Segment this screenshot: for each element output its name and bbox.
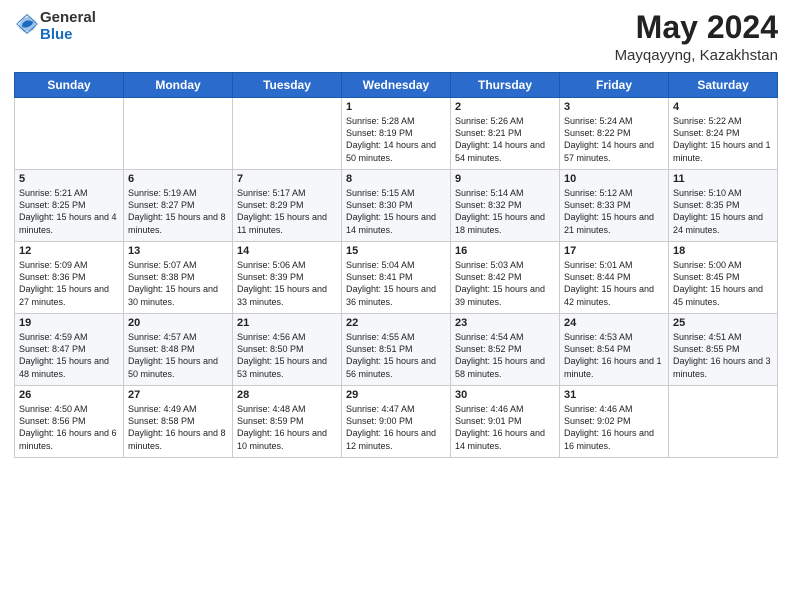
table-row xyxy=(669,386,778,458)
calendar-week-row: 5 Sunrise: 5:21 AMSunset: 8:25 PMDayligh… xyxy=(15,170,778,242)
table-row: 29 Sunrise: 4:47 AMSunset: 9:00 PMDaylig… xyxy=(342,386,451,458)
calendar-location: Mayqayyng, Kazakhstan xyxy=(615,47,778,64)
table-row: 13 Sunrise: 5:07 AMSunset: 8:38 PMDaylig… xyxy=(124,242,233,314)
col-tuesday: Tuesday xyxy=(233,73,342,98)
table-row: 20 Sunrise: 4:57 AMSunset: 8:48 PMDaylig… xyxy=(124,314,233,386)
table-row: 6 Sunrise: 5:19 AMSunset: 8:27 PMDayligh… xyxy=(124,170,233,242)
table-row: 16 Sunrise: 5:03 AMSunset: 8:42 PMDaylig… xyxy=(451,242,560,314)
header: General Blue May 2024 Mayqayyng, Kazakhs… xyxy=(14,10,778,64)
col-sunday: Sunday xyxy=(15,73,124,98)
title-block: May 2024 Mayqayyng, Kazakhstan xyxy=(615,10,778,64)
table-row: 22 Sunrise: 4:55 AMSunset: 8:51 PMDaylig… xyxy=(342,314,451,386)
table-row xyxy=(124,98,233,170)
calendar-table: Sunday Monday Tuesday Wednesday Thursday… xyxy=(14,72,778,458)
table-row: 3 Sunrise: 5:24 AMSunset: 8:22 PMDayligh… xyxy=(560,98,669,170)
table-row: 24 Sunrise: 4:53 AMSunset: 8:54 PMDaylig… xyxy=(560,314,669,386)
table-row: 30 Sunrise: 4:46 AMSunset: 9:01 PMDaylig… xyxy=(451,386,560,458)
calendar-week-row: 19 Sunrise: 4:59 AMSunset: 8:47 PMDaylig… xyxy=(15,314,778,386)
table-row: 4 Sunrise: 5:22 AMSunset: 8:24 PMDayligh… xyxy=(669,98,778,170)
col-friday: Friday xyxy=(560,73,669,98)
table-row: 2 Sunrise: 5:26 AMSunset: 8:21 PMDayligh… xyxy=(451,98,560,170)
calendar-week-row: 1 Sunrise: 5:28 AMSunset: 8:19 PMDayligh… xyxy=(15,98,778,170)
table-row: 26 Sunrise: 4:50 AMSunset: 8:56 PMDaylig… xyxy=(15,386,124,458)
table-row: 18 Sunrise: 5:00 AMSunset: 8:45 PMDaylig… xyxy=(669,242,778,314)
table-row: 23 Sunrise: 4:54 AMSunset: 8:52 PMDaylig… xyxy=(451,314,560,386)
col-wednesday: Wednesday xyxy=(342,73,451,98)
calendar-header-row: Sunday Monday Tuesday Wednesday Thursday… xyxy=(15,73,778,98)
logo: General Blue xyxy=(14,10,96,43)
col-thursday: Thursday xyxy=(451,73,560,98)
table-row: 31 Sunrise: 4:46 AMSunset: 9:02 PMDaylig… xyxy=(560,386,669,458)
page: General Blue May 2024 Mayqayyng, Kazakhs… xyxy=(0,0,792,612)
logo-blue-text: Blue xyxy=(40,26,73,43)
col-monday: Monday xyxy=(124,73,233,98)
logo-general-text: General xyxy=(40,9,96,26)
table-row: 10 Sunrise: 5:12 AMSunset: 8:33 PMDaylig… xyxy=(560,170,669,242)
col-saturday: Saturday xyxy=(669,73,778,98)
table-row: 7 Sunrise: 5:17 AMSunset: 8:29 PMDayligh… xyxy=(233,170,342,242)
table-row: 14 Sunrise: 5:06 AMSunset: 8:39 PMDaylig… xyxy=(233,242,342,314)
calendar-title: May 2024 xyxy=(615,10,778,45)
table-row: 12 Sunrise: 5:09 AMSunset: 8:36 PMDaylig… xyxy=(15,242,124,314)
table-row: 27 Sunrise: 4:49 AMSunset: 8:58 PMDaylig… xyxy=(124,386,233,458)
table-row: 15 Sunrise: 5:04 AMSunset: 8:41 PMDaylig… xyxy=(342,242,451,314)
table-row: 19 Sunrise: 4:59 AMSunset: 8:47 PMDaylig… xyxy=(15,314,124,386)
table-row: 17 Sunrise: 5:01 AMSunset: 8:44 PMDaylig… xyxy=(560,242,669,314)
table-row: 25 Sunrise: 4:51 AMSunset: 8:55 PMDaylig… xyxy=(669,314,778,386)
table-row: 11 Sunrise: 5:10 AMSunset: 8:35 PMDaylig… xyxy=(669,170,778,242)
calendar-week-row: 12 Sunrise: 5:09 AMSunset: 8:36 PMDaylig… xyxy=(15,242,778,314)
table-row xyxy=(15,98,124,170)
logo-icon xyxy=(16,13,38,35)
table-row: 8 Sunrise: 5:15 AMSunset: 8:30 PMDayligh… xyxy=(342,170,451,242)
table-row: 21 Sunrise: 4:56 AMSunset: 8:50 PMDaylig… xyxy=(233,314,342,386)
calendar-week-row: 26 Sunrise: 4:50 AMSunset: 8:56 PMDaylig… xyxy=(15,386,778,458)
table-row: 9 Sunrise: 5:14 AMSunset: 8:32 PMDayligh… xyxy=(451,170,560,242)
table-row: 1 Sunrise: 5:28 AMSunset: 8:19 PMDayligh… xyxy=(342,98,451,170)
table-row: 5 Sunrise: 5:21 AMSunset: 8:25 PMDayligh… xyxy=(15,170,124,242)
table-row: 28 Sunrise: 4:48 AMSunset: 8:59 PMDaylig… xyxy=(233,386,342,458)
table-row xyxy=(233,98,342,170)
